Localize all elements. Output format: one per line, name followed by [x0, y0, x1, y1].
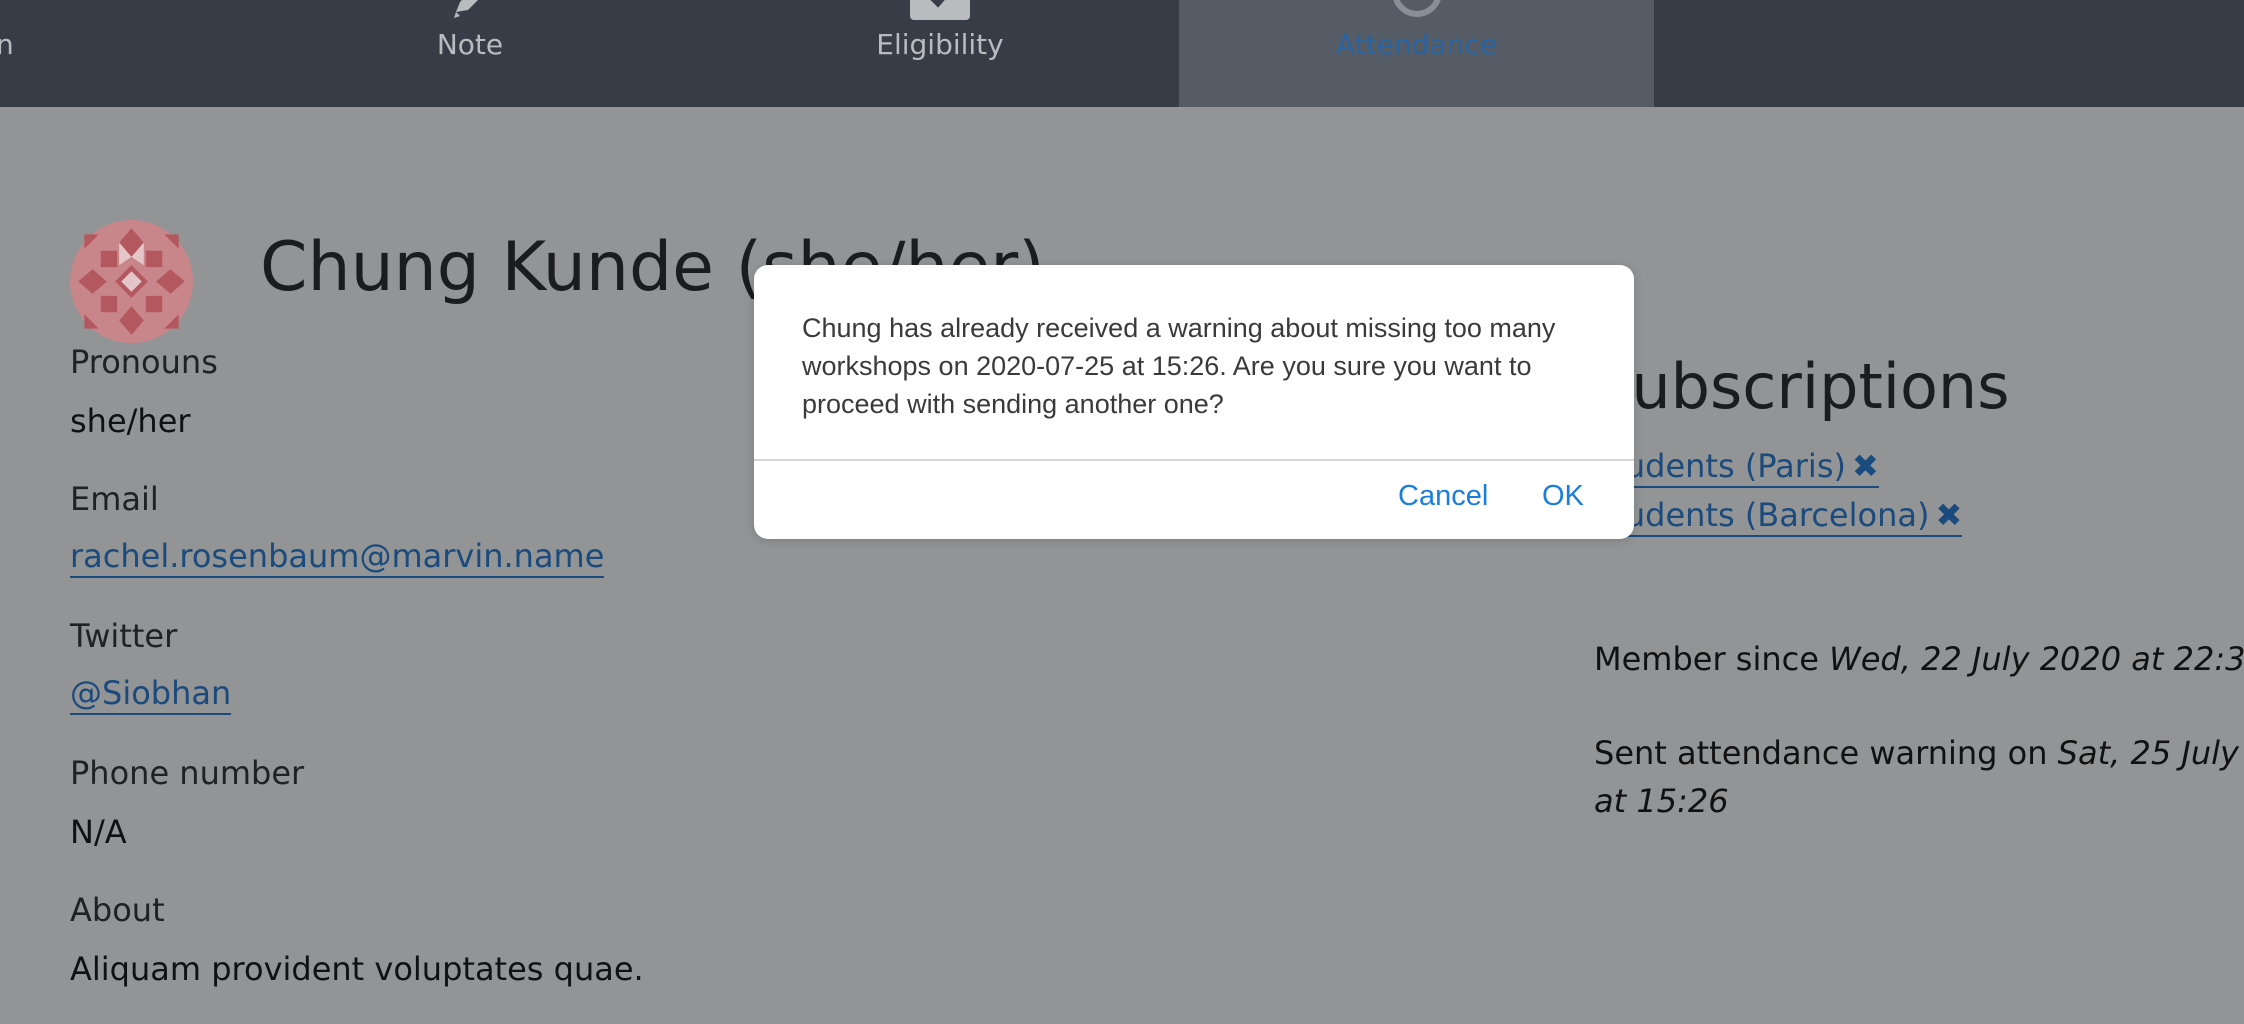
- subscription-item[interactable]: Students (Paris) ✖: [1592, 446, 1879, 488]
- ok-button[interactable]: OK: [1542, 480, 1584, 513]
- cancel-button[interactable]: Cancel: [1398, 480, 1488, 513]
- attendance-warning-time: at 15:26: [1594, 782, 1729, 820]
- about-value: Aliquam provident voluptates quae.: [70, 950, 644, 988]
- twitter-link[interactable]: @Siobhan: [70, 673, 232, 715]
- twitter-label: Twitter: [70, 617, 178, 655]
- partial-icon: [0, 0, 28, 20]
- email-link[interactable]: rachel.rosenbaum@marvin.name: [70, 536, 605, 578]
- attendance-warning-date: Sat, 25 July 2020: [2057, 734, 2244, 772]
- member-since-label: Member since: [1594, 640, 1819, 678]
- clipboard-icon: [910, 0, 970, 20]
- subscriptions-title: Subscriptions: [1592, 350, 2010, 423]
- member-since: Member since Wed, 22 July 2020 at 22:35: [1594, 640, 2244, 678]
- tab-previous[interactable]: n: [0, 0, 40, 107]
- dialog-divider: [754, 459, 1634, 461]
- avatar: [70, 220, 193, 343]
- tab-attendance[interactable]: Attendance: [1179, 0, 1654, 107]
- cross-icon[interactable]: ✖: [1852, 447, 1879, 485]
- pencil-icon: [454, 0, 478, 18]
- pronouns-label: Pronouns: [70, 343, 218, 381]
- top-nav: n Note Eligibility Attendance: [0, 0, 2244, 107]
- attendance-warning-time-row: at 15:26: [1594, 782, 1729, 820]
- tab-label: Eligibility: [876, 28, 1004, 61]
- pronouns-value: she/her: [70, 402, 191, 440]
- phone-value: N/A: [70, 813, 127, 851]
- confirm-dialog: Chung has already received a warning abo…: [754, 265, 1634, 539]
- phone-label: Phone number: [70, 754, 305, 792]
- subscription-label: Students (Barcelona): [1592, 496, 1930, 534]
- tab-note[interactable]: Note: [320, 0, 620, 107]
- about-label: About: [70, 891, 165, 929]
- subscription-item[interactable]: Students (Barcelona) ✖: [1592, 495, 1963, 537]
- cross-icon[interactable]: ✖: [1935, 496, 1962, 534]
- tab-label: Note: [436, 28, 504, 61]
- circle-icon: [1392, 0, 1441, 17]
- member-since-value: Wed, 22 July 2020 at 22:35: [1829, 640, 2244, 678]
- attendance-warning-label: Sent attendance warning on: [1594, 734, 2048, 772]
- attendance-warning: Sent attendance warning on Sat, 25 July …: [1594, 734, 2244, 772]
- dialog-message: Chung has already received a warning abo…: [802, 313, 1556, 419]
- tab-label: Attendance: [1336, 28, 1497, 61]
- tab-eligibility[interactable]: Eligibility: [790, 0, 1090, 107]
- tab-label: n: [0, 28, 14, 61]
- email-label: Email: [70, 480, 159, 518]
